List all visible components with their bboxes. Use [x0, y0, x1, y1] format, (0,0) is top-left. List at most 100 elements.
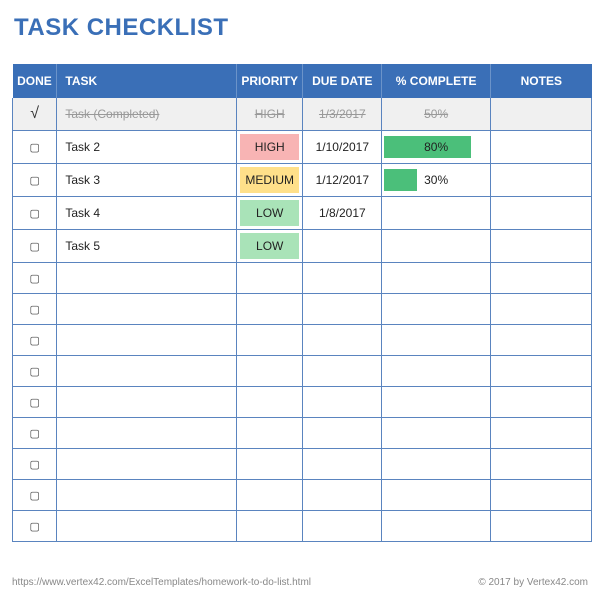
task-cell[interactable] — [57, 418, 237, 449]
done-checkbox[interactable]: ▢ — [13, 230, 57, 263]
priority-cell[interactable] — [236, 511, 303, 542]
task-cell[interactable] — [57, 263, 237, 294]
table-row: ▢ — [13, 480, 592, 511]
table-row: ▢Task 2HIGH1/10/201780% — [13, 131, 592, 164]
table-row: ▢ — [13, 387, 592, 418]
notes-cell[interactable] — [491, 511, 592, 542]
pct-complete-cell[interactable] — [382, 263, 491, 294]
done-checkbox[interactable]: ▢ — [13, 131, 57, 164]
pct-complete-cell[interactable] — [382, 418, 491, 449]
notes-cell[interactable] — [491, 325, 592, 356]
priority-cell[interactable] — [236, 294, 303, 325]
due-date-cell[interactable] — [303, 294, 382, 325]
done-checkbox[interactable]: ▢ — [13, 294, 57, 325]
priority-cell[interactable] — [236, 480, 303, 511]
priority-cell[interactable] — [236, 325, 303, 356]
notes-cell[interactable] — [491, 230, 592, 263]
table-row: ▢Task 4LOW1/8/2017 — [13, 197, 592, 230]
due-date-cell[interactable]: 1/10/2017 — [303, 131, 382, 164]
priority-cell[interactable] — [236, 263, 303, 294]
task-cell[interactable]: Task (Completed) — [57, 98, 237, 131]
pct-complete-cell[interactable] — [382, 325, 491, 356]
pct-complete-cell[interactable]: 80% — [382, 131, 491, 164]
due-date-cell[interactable] — [303, 418, 382, 449]
due-date-cell[interactable] — [303, 449, 382, 480]
pct-complete-cell[interactable]: 30% — [382, 164, 491, 197]
done-checkbox[interactable]: ▢ — [13, 480, 57, 511]
due-date-cell[interactable] — [303, 356, 382, 387]
task-cell[interactable] — [57, 356, 237, 387]
footer-copyright: © 2017 by Vertex42.com — [478, 577, 588, 588]
table-row: ▢ — [13, 294, 592, 325]
done-checkbox[interactable]: √ — [13, 98, 57, 131]
pct-complete-cell[interactable] — [382, 511, 491, 542]
done-checkbox[interactable]: ▢ — [13, 356, 57, 387]
pct-complete-cell[interactable] — [382, 480, 491, 511]
pct-complete-cell[interactable] — [382, 387, 491, 418]
task-cell[interactable] — [57, 511, 237, 542]
col-pct: % COMPLETE — [382, 64, 491, 98]
notes-cell[interactable] — [491, 356, 592, 387]
pct-complete-cell[interactable] — [382, 294, 491, 325]
due-date-cell[interactable] — [303, 511, 382, 542]
due-date-cell[interactable] — [303, 387, 382, 418]
task-cell[interactable] — [57, 387, 237, 418]
page-title: TASK CHECKLIST — [14, 14, 592, 42]
task-cell[interactable] — [57, 294, 237, 325]
table-row: ▢ — [13, 356, 592, 387]
col-due: DUE DATE — [303, 64, 382, 98]
done-checkbox[interactable]: ▢ — [13, 263, 57, 294]
done-checkbox[interactable]: ▢ — [13, 511, 57, 542]
notes-cell[interactable] — [491, 449, 592, 480]
notes-cell[interactable] — [491, 164, 592, 197]
done-checkbox[interactable]: ▢ — [13, 449, 57, 480]
task-cell[interactable]: Task 4 — [57, 197, 237, 230]
priority-cell[interactable]: HIGH — [236, 131, 303, 164]
priority-cell[interactable]: LOW — [236, 230, 303, 263]
task-cell[interactable] — [57, 325, 237, 356]
notes-cell[interactable] — [491, 480, 592, 511]
priority-cell[interactable] — [236, 387, 303, 418]
task-cell[interactable] — [57, 480, 237, 511]
due-date-cell[interactable] — [303, 325, 382, 356]
notes-cell[interactable] — [491, 418, 592, 449]
task-cell[interactable] — [57, 449, 237, 480]
priority-cell[interactable]: HIGH — [236, 98, 303, 131]
col-notes: NOTES — [491, 64, 592, 98]
due-date-cell[interactable]: 1/8/2017 — [303, 197, 382, 230]
notes-cell[interactable] — [491, 294, 592, 325]
footer-url: https://www.vertex42.com/ExcelTemplates/… — [12, 577, 311, 588]
priority-cell[interactable]: LOW — [236, 197, 303, 230]
pct-label: 80% — [382, 132, 490, 163]
notes-cell[interactable] — [491, 131, 592, 164]
due-date-cell[interactable] — [303, 480, 382, 511]
priority-cell[interactable] — [236, 356, 303, 387]
due-date-cell[interactable]: 1/3/2017 — [303, 98, 382, 131]
notes-cell[interactable] — [491, 197, 592, 230]
done-checkbox[interactable]: ▢ — [13, 325, 57, 356]
due-date-cell[interactable]: 1/12/2017 — [303, 164, 382, 197]
table-header-row: DONE TASK PRIORITY DUE DATE % COMPLETE N… — [13, 64, 592, 98]
done-checkbox[interactable]: ▢ — [13, 418, 57, 449]
pct-complete-cell[interactable] — [382, 356, 491, 387]
task-cell[interactable]: Task 3 — [57, 164, 237, 197]
notes-cell[interactable] — [491, 98, 592, 131]
task-table: DONE TASK PRIORITY DUE DATE % COMPLETE N… — [12, 64, 592, 542]
done-checkbox[interactable]: ▢ — [13, 164, 57, 197]
priority-cell[interactable] — [236, 418, 303, 449]
table-row: ▢Task 3MEDIUM1/12/201730% — [13, 164, 592, 197]
pct-complete-cell[interactable]: 50% — [382, 98, 491, 131]
notes-cell[interactable] — [491, 263, 592, 294]
task-cell[interactable]: Task 2 — [57, 131, 237, 164]
done-checkbox[interactable]: ▢ — [13, 387, 57, 418]
due-date-cell[interactable] — [303, 263, 382, 294]
notes-cell[interactable] — [491, 387, 592, 418]
pct-complete-cell[interactable] — [382, 197, 491, 230]
pct-complete-cell[interactable] — [382, 230, 491, 263]
due-date-cell[interactable] — [303, 230, 382, 263]
priority-cell[interactable]: MEDIUM — [236, 164, 303, 197]
task-cell[interactable]: Task 5 — [57, 230, 237, 263]
done-checkbox[interactable]: ▢ — [13, 197, 57, 230]
pct-complete-cell[interactable] — [382, 449, 491, 480]
priority-cell[interactable] — [236, 449, 303, 480]
